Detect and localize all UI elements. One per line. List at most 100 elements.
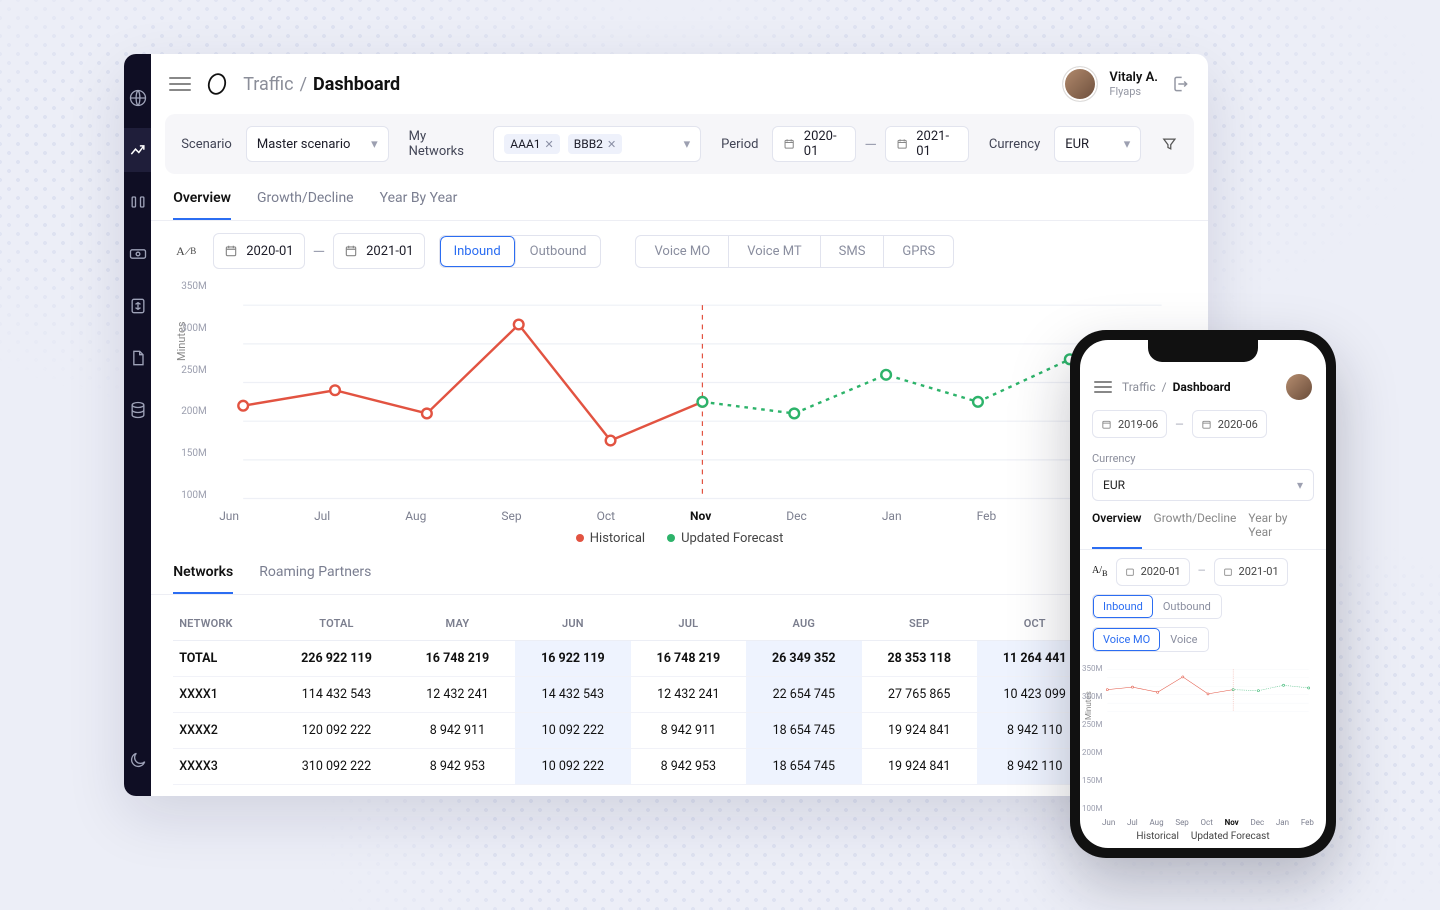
phone-direction-inbound[interactable]: Inbound: [1093, 595, 1153, 618]
sidebar-item-database[interactable]: [124, 388, 151, 432]
sidebar-item-invoice[interactable]: [124, 284, 151, 328]
x-tick: Jan: [1276, 818, 1289, 827]
cell: 26 349 352: [746, 641, 861, 677]
x-tick: Jun: [1102, 818, 1115, 827]
network-chip[interactable]: AAA1✕: [504, 134, 559, 154]
cell: 19 924 841: [862, 713, 977, 749]
phone-currency-select[interactable]: EUR ▾: [1092, 469, 1314, 501]
cell: 8 942 911: [631, 713, 746, 749]
sidebar-item-analytics[interactable]: [124, 128, 151, 172]
scenario-value: Master scenario: [257, 137, 351, 152]
chart-date-start[interactable]: 2020-01: [213, 233, 304, 269]
sidebar-item-compare[interactable]: [124, 180, 151, 224]
x-tick: Sep: [1175, 818, 1188, 827]
type-gprs[interactable]: GPRS: [884, 236, 953, 267]
y-tick: 150M: [1082, 776, 1102, 785]
close-icon[interactable]: ✕: [545, 138, 554, 151]
phone-direction-outbound[interactable]: Outbound: [1153, 595, 1221, 618]
y-tick: 100M: [1082, 804, 1102, 813]
currency-select[interactable]: EUR ▾: [1054, 126, 1141, 162]
table-row[interactable]: XXXX2120 092 2228 942 91110 092 2228 942…: [173, 713, 1186, 749]
main-tabs: Overview Growth/Decline Year By Year: [151, 174, 1208, 221]
phone-chart-date-end[interactable]: 2021-01: [1214, 558, 1288, 586]
direction-inbound[interactable]: Inbound: [440, 236, 516, 267]
avatar[interactable]: [1063, 67, 1097, 101]
sidebar-item-night[interactable]: [124, 738, 151, 782]
y-tick: 350M: [181, 281, 207, 292]
type-segment: Voice MOVoice MTSMSGPRS: [635, 235, 954, 268]
sidebar-item-billing[interactable]: [124, 232, 151, 276]
type-sms[interactable]: SMS: [821, 236, 885, 267]
calendar-icon: [1125, 567, 1135, 577]
filters-bar: Scenario Master scenario ▾ My Networks A…: [165, 114, 1194, 174]
phone-period-start[interactable]: 2019-06: [1092, 410, 1167, 438]
cell: 18 654 745: [746, 713, 861, 749]
phone-chart-svg: [1102, 664, 1314, 717]
phone-tab-growth-decline[interactable]: Growth/Decline: [1154, 511, 1237, 549]
phone-chart-date-start[interactable]: 2020-01: [1116, 558, 1190, 586]
cell: 19 924 841: [862, 749, 977, 785]
col-header: JUL: [631, 607, 746, 641]
tab-networks[interactable]: Networks: [173, 564, 233, 594]
cell: 8 942 953: [631, 749, 746, 785]
table-row[interactable]: XXXX1114 432 54312 432 24114 432 54312 4…: [173, 677, 1186, 713]
ab-toggle[interactable]: A/B: [173, 238, 199, 264]
table-row[interactable]: XXXX3310 092 2228 942 95310 092 2228 942…: [173, 749, 1186, 785]
tab-year-by-year[interactable]: Year By Year: [380, 190, 458, 220]
networks-select[interactable]: AAA1✕BBB2✕▾: [493, 126, 701, 162]
sidebar: [124, 54, 151, 796]
menu-icon[interactable]: [1094, 381, 1112, 393]
phone-period-end[interactable]: 2020-06: [1192, 410, 1267, 438]
phone-currency-value: EUR: [1103, 478, 1125, 492]
calendar-icon: [1201, 419, 1212, 430]
period-end-input[interactable]: 2021-01: [885, 126, 969, 162]
scenario-select[interactable]: Master scenario ▾: [246, 126, 389, 162]
avatar[interactable]: [1286, 374, 1312, 400]
sidebar-item-globe[interactable]: [124, 76, 151, 120]
period-dash: —: [864, 135, 877, 154]
calendar-icon: [1223, 567, 1233, 577]
network-chip[interactable]: BBB2 ✕: [568, 134, 622, 154]
app-logo: [205, 72, 229, 96]
breadcrumb-page: Dashboard: [1173, 380, 1231, 394]
phone-tab-overview[interactable]: Overview: [1092, 511, 1142, 549]
phone-chart-date-start-value: 2020-01: [1141, 565, 1181, 578]
filter-icon[interactable]: [1161, 135, 1178, 153]
type-voice-mt[interactable]: Voice MT: [729, 236, 820, 267]
traffic-chart: Minutes 350M300M250M200M150M100M JunJulA…: [219, 281, 1186, 501]
cell: 114 432 543: [273, 677, 399, 713]
type-voice-mo[interactable]: Voice MO: [636, 236, 729, 267]
sidebar-item-document[interactable]: [124, 336, 151, 380]
cell: 16 922 119: [515, 641, 630, 677]
phone-currency-label: Currency: [1092, 452, 1314, 465]
phone-tab-year-by-year[interactable]: Year by Year: [1248, 511, 1314, 549]
period-start-value: 2020-01: [804, 129, 846, 159]
chevron-down-icon: ▾: [1297, 478, 1303, 492]
tab-growth-decline[interactable]: Growth/Decline: [257, 190, 354, 220]
chip-label: BBB2: [574, 137, 603, 151]
networks-label: My Networks: [409, 129, 480, 159]
phone-type-voice[interactable]: Voice: [1160, 628, 1207, 651]
table-row[interactable]: TOTAL226 922 11916 748 21916 922 11916 7…: [173, 641, 1186, 677]
chart-container: Minutes 350M300M250M200M150M100M JunJulA…: [151, 281, 1208, 554]
chart-date-end[interactable]: 2021-01: [333, 233, 424, 269]
ab-toggle[interactable]: A/B: [1092, 565, 1108, 578]
col-header: TOTAL: [273, 607, 399, 641]
breadcrumb-page: Dashboard: [313, 74, 400, 95]
direction-segment: InboundOutbound: [439, 235, 602, 268]
phone-period: 2019-06 — 2020-06: [1092, 410, 1314, 438]
logout-icon[interactable]: [1170, 74, 1190, 94]
cell: 8 942 953: [400, 749, 515, 785]
x-tick: Feb: [1301, 818, 1314, 827]
calendar-icon: [344, 244, 358, 258]
tab-roaming-partners[interactable]: Roaming Partners: [259, 564, 371, 594]
phone-type-voice-mo[interactable]: Voice MO: [1093, 628, 1160, 651]
period-start-input[interactable]: 2020-01: [772, 126, 856, 162]
menu-icon[interactable]: [169, 77, 191, 91]
tab-overview[interactable]: Overview: [173, 190, 231, 220]
secondary-tabs: Networks Roaming Partners: [151, 554, 1208, 595]
direction-outbound[interactable]: Outbound: [516, 236, 601, 267]
phone-mockup: Traffic / Dashboard 2019-06 — 2020-06 Cu…: [1070, 330, 1336, 858]
close-icon[interactable]: ✕: [607, 138, 616, 151]
legend-item: Updated Forecast: [667, 531, 783, 546]
